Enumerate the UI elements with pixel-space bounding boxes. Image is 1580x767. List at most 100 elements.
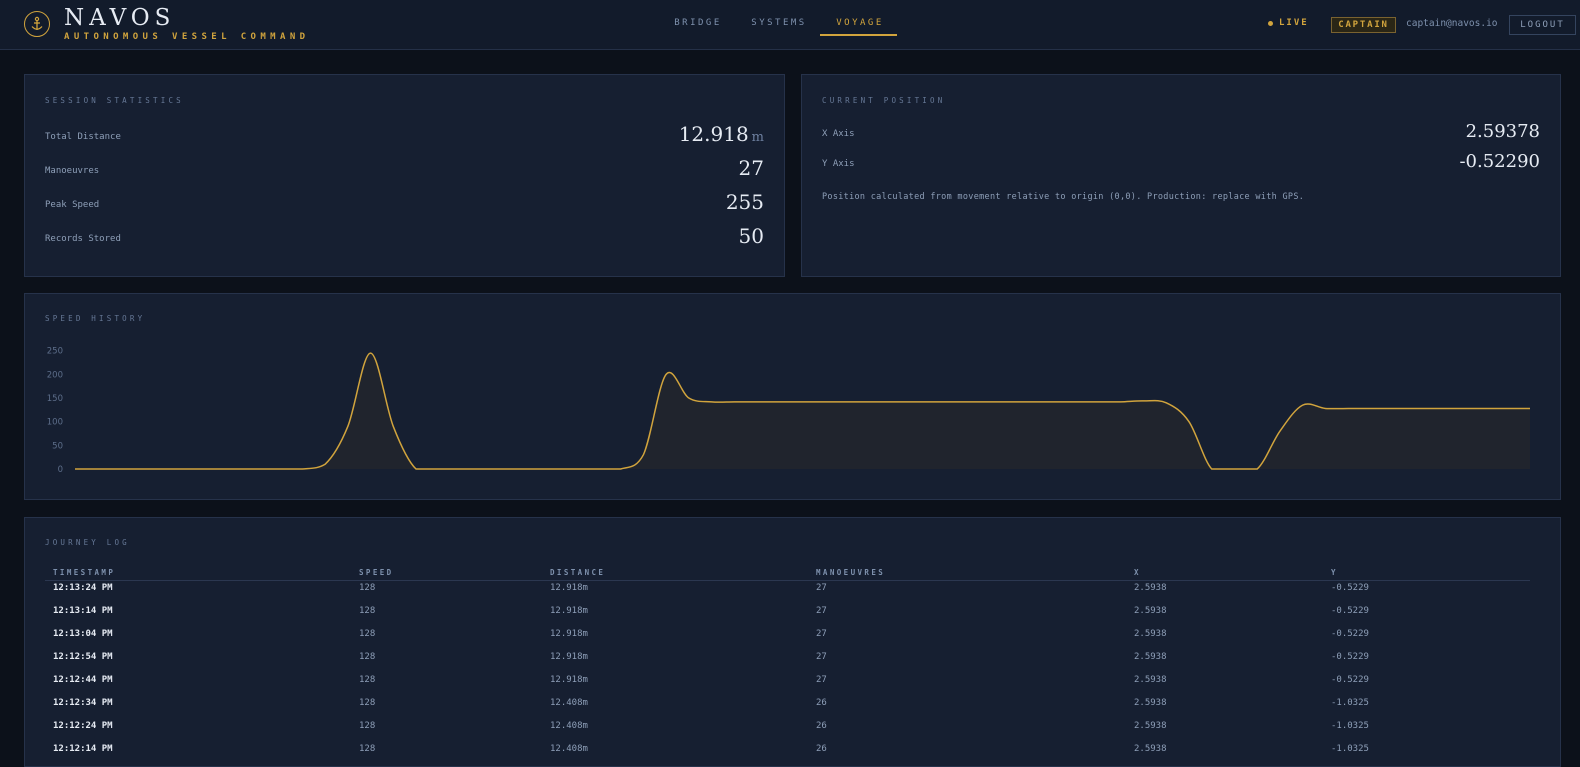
speed-point[interactable] (982, 400, 986, 404)
speed-point[interactable] (778, 400, 782, 404)
speed-point[interactable] (73, 467, 77, 471)
speed-point[interactable] (869, 400, 873, 404)
speed-point[interactable] (164, 467, 168, 471)
brand-subtitle: AUTONOMOUS VESSEL COMMAND (64, 32, 310, 42)
manoeuvres-cell: 27 (816, 675, 827, 685)
column-header-distance[interactable]: DISTANCE (550, 568, 605, 577)
speed-point[interactable] (1210, 467, 1214, 471)
column-header-speed[interactable]: SPEED (359, 568, 394, 577)
speed-point[interactable] (528, 467, 532, 471)
speed-point[interactable] (505, 467, 509, 471)
speed-point[interactable] (937, 400, 941, 404)
speed-point[interactable] (437, 467, 441, 471)
speed-point[interactable] (1346, 406, 1350, 410)
speed-point[interactable] (1437, 406, 1441, 410)
speed-point[interactable] (209, 467, 213, 471)
speed-point[interactable] (550, 467, 554, 471)
speed-point[interactable] (1460, 406, 1464, 410)
speed-point[interactable] (391, 424, 395, 428)
speed-point[interactable] (482, 467, 486, 471)
speed-point[interactable] (573, 467, 577, 471)
speed-point[interactable] (1278, 429, 1282, 433)
manoeuvres-cell: 27 (816, 629, 827, 639)
speed-point[interactable] (914, 400, 918, 404)
speed-point[interactable] (118, 467, 122, 471)
distance-unit: m (751, 130, 764, 145)
speed-point[interactable] (323, 462, 327, 466)
distance-cell: 12.918m (550, 606, 588, 616)
speed-point[interactable] (300, 467, 304, 471)
speed-point[interactable] (187, 467, 191, 471)
speed-point[interactable] (664, 372, 668, 376)
speed-point[interactable] (232, 467, 236, 471)
speed-point[interactable] (1414, 406, 1418, 410)
position-note: Position calculated from movement relati… (822, 192, 1305, 202)
anchor-icon[interactable] (24, 11, 50, 37)
speed-point[interactable] (96, 467, 100, 471)
speed-point[interactable] (732, 400, 736, 404)
y-axis-label: Y Axis (822, 159, 855, 169)
speed-point[interactable] (1005, 400, 1009, 404)
total-distance-value: 12.918 (678, 122, 749, 146)
column-header-timestamp[interactable]: TIMESTAMP (53, 568, 115, 577)
speed-point[interactable] (641, 453, 645, 457)
x-cell: 2.5938 (1134, 583, 1167, 593)
speed-point[interactable] (414, 467, 418, 471)
speed-point[interactable] (823, 400, 827, 404)
speed-point[interactable] (1028, 400, 1032, 404)
column-header-x[interactable]: X (1134, 568, 1141, 577)
speed-point[interactable] (369, 351, 373, 355)
journey-log-card: JOURNEY LOG TIMESTAMP SPEED DISTANCE MAN… (24, 517, 1561, 767)
stat-label: Records Stored (45, 234, 121, 244)
column-header-y[interactable]: Y (1331, 568, 1338, 577)
speed-point[interactable] (1505, 406, 1509, 410)
speed-point[interactable] (619, 467, 623, 471)
speed-point[interactable] (1301, 403, 1305, 407)
manoeuvres-cell: 27 (816, 583, 827, 593)
speed-point[interactable] (801, 400, 805, 404)
timestamp-cell: 12:13:04 PM (53, 629, 113, 639)
speed-point[interactable] (278, 467, 282, 471)
column-header-manoeuvres[interactable]: MANOEUVRES (816, 568, 885, 577)
speed-point[interactable] (346, 424, 350, 428)
speed-point[interactable] (710, 400, 714, 404)
speed-point[interactable] (1142, 399, 1146, 403)
speed-cell: 128 (359, 583, 376, 593)
speed-point[interactable] (891, 400, 895, 404)
speed-point[interactable] (755, 400, 759, 404)
speed-point[interactable] (1392, 406, 1396, 410)
speed-point[interactable] (1051, 400, 1055, 404)
speed-point[interactable] (1255, 467, 1259, 471)
speed-point[interactable] (687, 396, 691, 400)
speed-point[interactable] (1232, 467, 1236, 471)
role-badge: CAPTAIN (1331, 17, 1396, 33)
timestamp-cell: 12:12:44 PM (53, 675, 113, 685)
user-email[interactable]: captain@navos.io (1406, 18, 1498, 29)
speed-point[interactable] (596, 467, 600, 471)
tab-voyage[interactable]: VOYAGE (832, 18, 888, 28)
speed-point[interactable] (1073, 400, 1077, 404)
speed-point[interactable] (960, 400, 964, 404)
y-tick-label: 250 (47, 347, 63, 357)
speed-point[interactable] (1528, 406, 1532, 410)
timestamp-cell: 12:12:24 PM (53, 721, 113, 731)
speed-point[interactable] (846, 400, 850, 404)
stat-label: Manoeuvres (45, 166, 100, 176)
tab-systems[interactable]: SYSTEMS (751, 18, 807, 28)
speed-point[interactable] (141, 467, 145, 471)
speed-point[interactable] (1096, 400, 1100, 404)
speed-point[interactable] (1119, 400, 1123, 404)
speed-point[interactable] (1323, 406, 1327, 410)
speed-point[interactable] (1187, 420, 1191, 424)
tab-bridge[interactable]: BRIDGE (673, 18, 723, 28)
logout-button[interactable]: LOGOUT (1509, 15, 1576, 35)
speed-point[interactable] (1164, 401, 1168, 405)
speed-point[interactable] (459, 467, 463, 471)
speed-point[interactable] (1369, 406, 1373, 410)
x-cell: 2.5938 (1134, 698, 1167, 708)
session-statistics-card: SESSION STATISTICS Total Distance 12.918… (24, 74, 785, 277)
brand-name[interactable]: NAVOS (64, 5, 175, 31)
speed-point[interactable] (255, 467, 259, 471)
speed-cell: 128 (359, 606, 376, 616)
speed-point[interactable] (1483, 406, 1487, 410)
